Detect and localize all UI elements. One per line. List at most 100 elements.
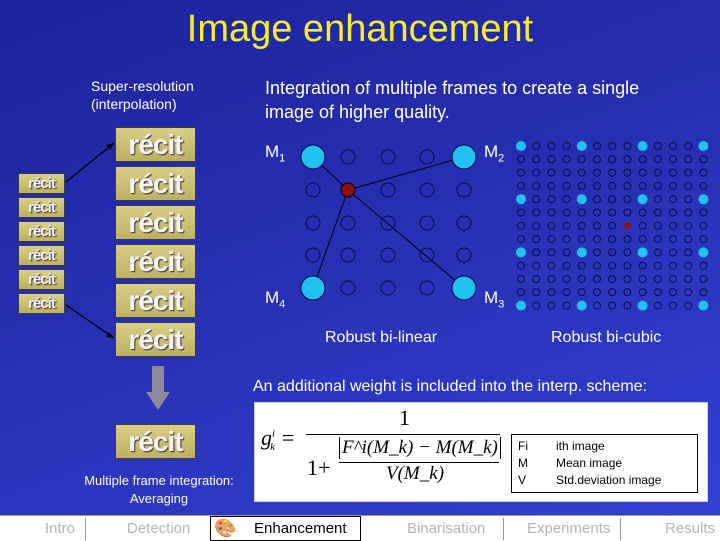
grid-point [699, 288, 708, 297]
grid-point [653, 275, 662, 283]
grid-point [623, 275, 632, 283]
grid-point [532, 301, 541, 310]
grid-point [623, 168, 632, 177]
grid-point [593, 261, 601, 270]
grid-point [684, 195, 693, 204]
nav-experiments[interactable]: Experiments [527, 520, 610, 537]
grid-point [623, 155, 632, 164]
grid-point [532, 195, 541, 204]
grid-point [562, 221, 571, 230]
legend-box: Fi ith image M Mean image V Std.deviation i… [511, 434, 698, 493]
nav-enhancement[interactable]: 🎨 Enhancement [210, 516, 361, 541]
grid-point [547, 168, 556, 177]
down-arrow-icon [146, 392, 170, 410]
grid-point [593, 275, 601, 283]
grid-point [623, 288, 632, 297]
grid-point [669, 261, 677, 270]
bilinear-caption: Robust bi-linear [325, 329, 438, 346]
sample-point [576, 194, 587, 205]
grid-point [380, 149, 396, 165]
grid-point [380, 280, 396, 296]
grid-point [684, 288, 693, 297]
grid-point [562, 142, 571, 150]
sample-point [698, 194, 709, 205]
grid-point [593, 155, 601, 164]
grid-point [684, 155, 693, 164]
label-m1: M1 [265, 142, 286, 165]
nav-results[interactable]: Results [665, 520, 715, 537]
nav-detection[interactable]: Detection [127, 520, 190, 537]
grid-point [305, 182, 321, 198]
grid-point [653, 208, 662, 217]
grid-point [669, 155, 677, 164]
label-m3: M3 [484, 288, 505, 311]
arrow-bottom [65, 304, 115, 339]
sample-point [698, 141, 709, 151]
grid-point [593, 301, 601, 310]
grid-point [623, 181, 632, 190]
grid-point [608, 142, 617, 150]
grid-point [608, 168, 617, 177]
divider [620, 518, 621, 540]
grid-point [669, 142, 677, 150]
grid-point [419, 182, 435, 198]
grid-point [684, 235, 693, 244]
grid-point [562, 155, 571, 164]
grid-point [547, 235, 556, 244]
grid-point [532, 275, 541, 283]
grid-point [608, 288, 617, 297]
grid-point [669, 235, 677, 244]
grid-point [669, 301, 677, 310]
grid-point [562, 208, 571, 217]
grid-point [608, 221, 617, 230]
grid-point [547, 221, 556, 230]
grid-point [669, 181, 677, 190]
grid-point [638, 155, 647, 164]
grid-point [577, 208, 586, 217]
slide: Image enhancement Super-resolution (inte… [0, 0, 720, 515]
grid-point [547, 155, 556, 164]
grid-point [547, 195, 556, 204]
grid-point [593, 181, 601, 190]
grid-point [638, 208, 647, 217]
grid-point [684, 142, 693, 150]
grid-point [638, 181, 647, 190]
grid-point [608, 208, 617, 217]
divider [503, 518, 504, 540]
sample-point [516, 141, 526, 151]
grid-point [623, 208, 632, 217]
sample-point [451, 144, 477, 170]
grid-point [593, 235, 601, 244]
grid-point [340, 280, 356, 296]
grid-point [653, 288, 662, 297]
grid-point [653, 168, 662, 177]
grid-point [532, 142, 541, 150]
label-m2: M2 [484, 142, 505, 165]
grid-point [532, 221, 541, 230]
bottom-nav: Intro Detection 🎨 Enhancement Binarisati… [0, 515, 720, 541]
sample-point [637, 141, 648, 151]
grid-point [562, 275, 571, 283]
grid-point [623, 235, 632, 244]
grid-point [684, 181, 693, 190]
grid-point [638, 168, 647, 177]
grid-point [669, 208, 677, 217]
nav-binarisation[interactable]: Binarisation [407, 520, 485, 537]
grid-point [419, 149, 435, 165]
grid-point [653, 221, 662, 230]
sample-point [516, 247, 526, 258]
grid-point [532, 155, 541, 164]
grid-point [699, 221, 708, 230]
legend-row: M Mean image [518, 456, 623, 470]
grid-point [419, 247, 435, 263]
grid-point [699, 208, 708, 217]
grid-point [517, 208, 525, 217]
grid-point [380, 182, 396, 198]
grid-point [562, 288, 571, 297]
nav-intro[interactable]: Intro [45, 520, 75, 537]
bicubic-caption: Robust bi-cubic [551, 329, 662, 346]
sample-point [576, 247, 587, 258]
grid-point [623, 301, 632, 310]
sample-point [698, 247, 709, 258]
grid-point [623, 248, 632, 257]
